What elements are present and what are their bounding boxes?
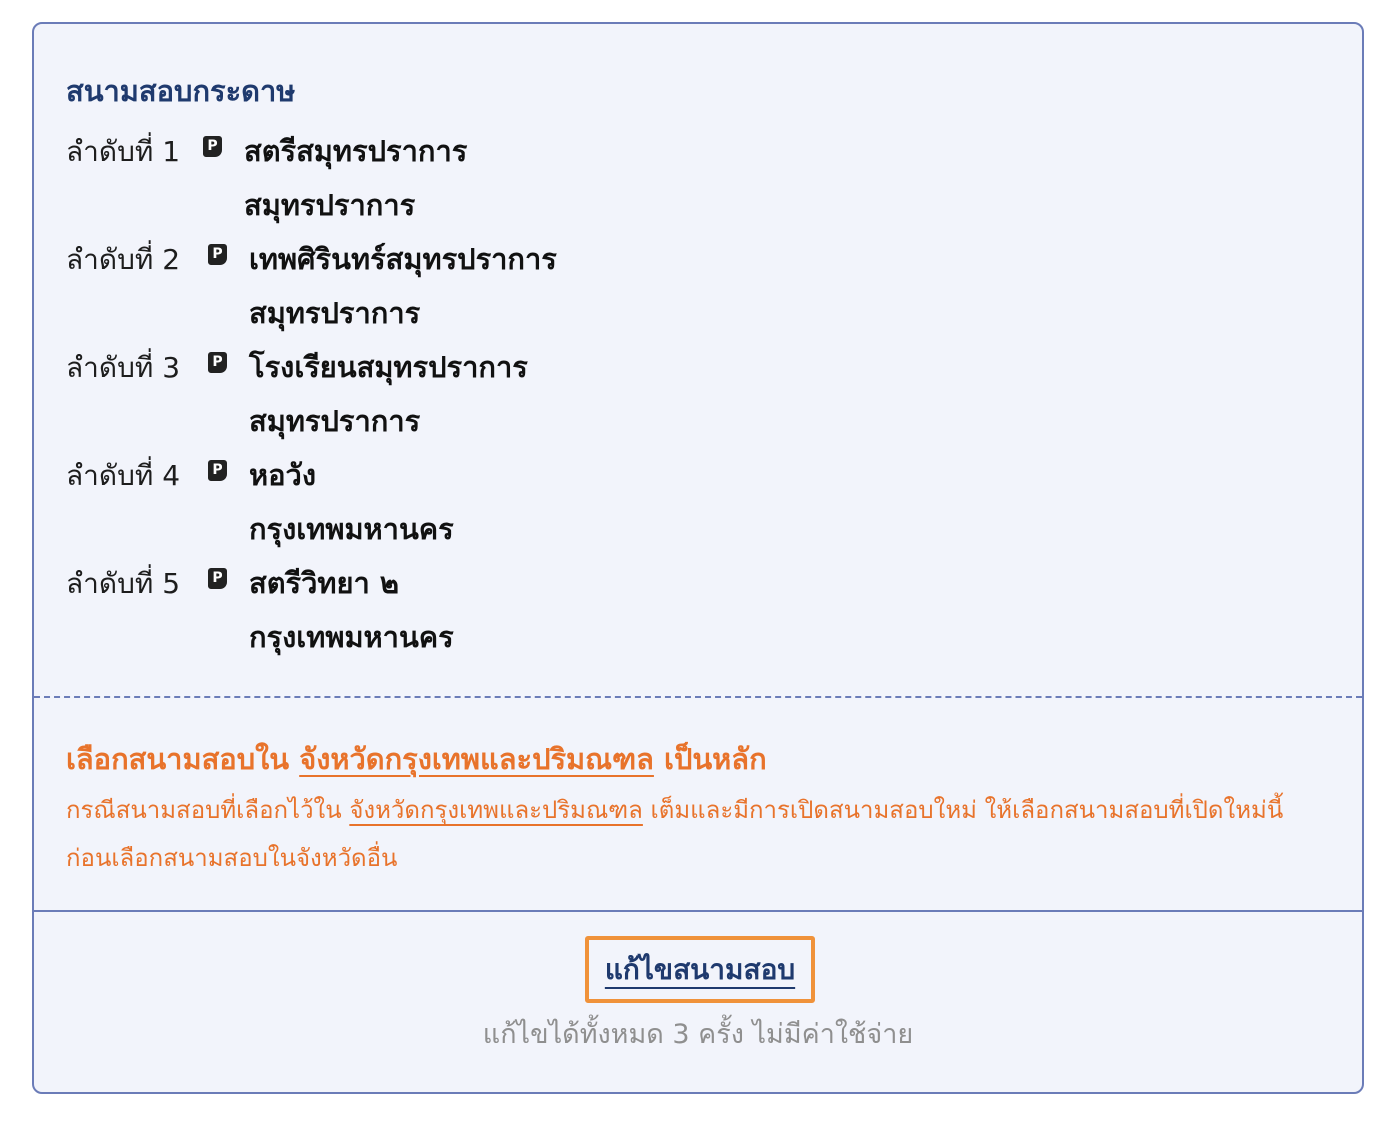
notice-title-suffix: เป็นหลัก bbox=[664, 742, 767, 776]
venue-province: สมุทรปราการ bbox=[249, 404, 421, 438]
notice-body-prefix: กรณีสนามสอบที่เลือกไว้ใน bbox=[66, 796, 342, 824]
venue-rank: ลำดับที่ 2 bbox=[66, 243, 181, 276]
notice-title-region: จังหวัดกรุงเทพและปริมณฑล bbox=[299, 742, 654, 776]
venue-name: โรงเรียนสมุทรปราการ bbox=[249, 350, 528, 384]
notice-body: กรณีสนามสอบที่เลือกไว้ใน จังหวัดกรุงเทพแ… bbox=[66, 786, 1326, 882]
paper-exam-icon: P bbox=[203, 136, 222, 157]
venue-name: สตรีสมุทรปราการ bbox=[244, 134, 468, 168]
exam-venue-card: สนามสอบกระดาษ ลำดับที่ 1 P สตรีสมุทรปราก… bbox=[32, 22, 1364, 1094]
paper-exam-icon: P bbox=[208, 568, 227, 589]
paper-exam-icon: P bbox=[208, 244, 227, 265]
notice-title-prefix: เลือกสนามสอบใน bbox=[66, 742, 290, 776]
venue-name: หอวัง bbox=[249, 458, 316, 492]
venue-province: สมุทรปราการ bbox=[249, 296, 421, 330]
notice-body-region: จังหวัดกรุงเทพและปริมณฑล bbox=[349, 796, 643, 824]
venue-province: กรุงเทพมหานคร bbox=[249, 620, 454, 654]
edit-limit-note: แก้ไขได้ทั้งหมด 3 ครั้ง ไม่มีค่าใช้จ่าย bbox=[482, 1019, 914, 1050]
venue-name: เทพศิรินทร์สมุทรปราการ bbox=[249, 242, 557, 276]
footer-divider bbox=[34, 910, 1362, 912]
venue-rank: ลำดับที่ 5 bbox=[66, 567, 181, 600]
venue-rank: ลำดับที่ 3 bbox=[66, 351, 181, 384]
venue-province: กรุงเทพมหานคร bbox=[249, 512, 454, 546]
venue-name: สตรีวิทยา ๒ bbox=[249, 566, 399, 600]
section-title: สนามสอบกระดาษ bbox=[66, 74, 296, 108]
venue-rank: ลำดับที่ 4 bbox=[66, 459, 181, 492]
paper-exam-icon: P bbox=[208, 352, 227, 373]
edit-venue-button[interactable]: แก้ไขสนามสอบ bbox=[585, 936, 815, 1003]
paper-exam-icon: P bbox=[208, 460, 227, 481]
edit-venue-label: แก้ไขสนามสอบ bbox=[604, 952, 796, 986]
venue-rank: ลำดับที่ 1 bbox=[66, 135, 181, 168]
dashed-divider bbox=[34, 696, 1362, 698]
notice-title: เลือกสนามสอบใน จังหวัดกรุงเทพและปริมณฑล … bbox=[66, 736, 767, 782]
venue-province: สมุทรปราการ bbox=[244, 188, 416, 222]
